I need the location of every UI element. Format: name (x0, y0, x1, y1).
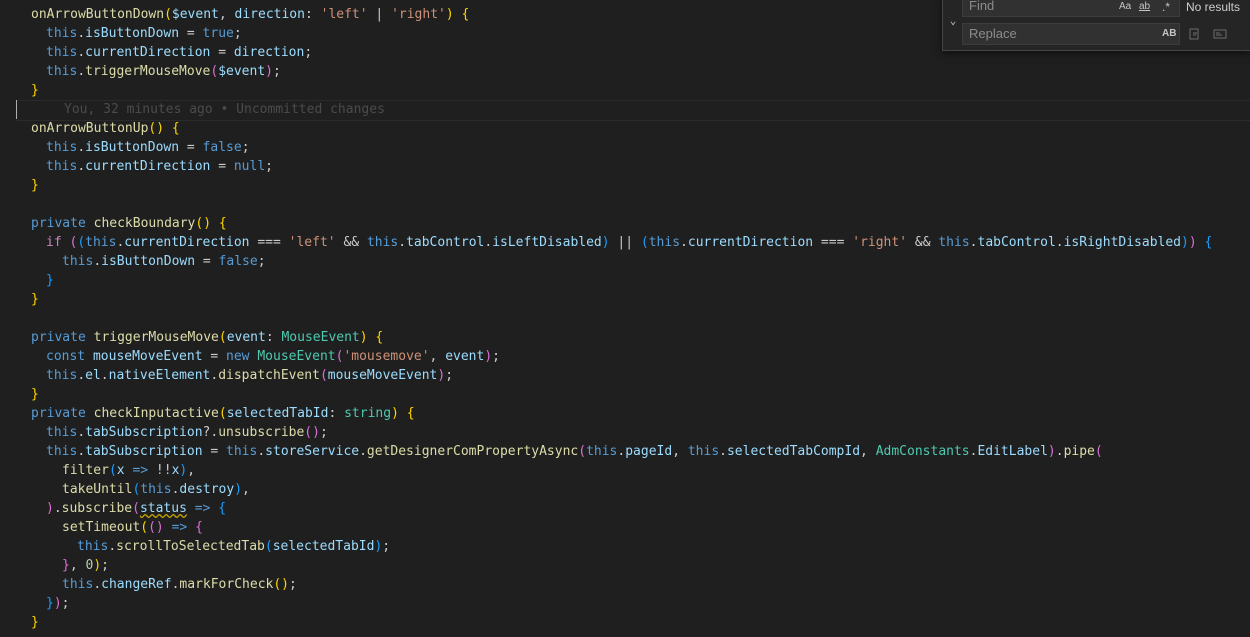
code-line: private checkBoundary() { (31, 216, 227, 231)
replace-input[interactable]: Replace (962, 23, 1180, 45)
code-line: ).subscribe(status => { (46, 501, 227, 516)
replace-all-icon[interactable] (1213, 27, 1227, 41)
text-cursor (16, 100, 17, 119)
code-line: }, 0); (62, 558, 109, 573)
code-line: } (31, 83, 39, 98)
regex-toggle[interactable]: .* (1162, 0, 1170, 15)
git-blame-annotation: You, 32 minutes ago • Uncommitted change… (64, 102, 385, 117)
toggle-replace-icon[interactable]: ⌄ (946, 10, 960, 32)
code-line: this.isButtonDown = false; (46, 140, 250, 155)
code-line: this.triggerMouseMove($event); (46, 64, 281, 79)
code-line: this.currentDirection = null; (46, 159, 273, 174)
code-line: } (46, 273, 54, 288)
code-line: this.changeRef.markForCheck(); (62, 577, 297, 592)
preserve-case-toggle[interactable]: AB (1162, 26, 1176, 42)
method-name: onArrowButtonDown (31, 7, 165, 22)
code-line: private triggerMouseMove(event: MouseEve… (31, 330, 384, 345)
code-line: this.isButtonDown = false; (62, 254, 266, 269)
code-line: } (31, 387, 39, 402)
replace-icon[interactable] (1188, 27, 1202, 41)
code-line: } (31, 615, 39, 630)
code-line: takeUntil(this.destroy), (62, 482, 250, 497)
code-line: private checkInputactive(selectedTabId: … (31, 406, 415, 421)
code-editor[interactable]: onArrowButtonDown($event, direction: 'le… (0, 0, 1250, 637)
code-line: } (31, 292, 39, 307)
code-line: setTimeout(() => { (62, 520, 203, 535)
code-line: }); (46, 596, 70, 611)
code-line: onArrowButtonUp() { (31, 121, 180, 136)
match-case-toggle[interactable]: Aa (1119, 0, 1131, 15)
code-line: this.scrollToSelectedTab(selectedTabId); (77, 539, 391, 554)
code-line: this.el.nativeElement.dispatchEvent(mous… (46, 368, 454, 383)
code-line: } (31, 178, 39, 193)
code-line: const mouseMoveEvent = new MouseEvent('m… (46, 349, 500, 364)
code-line: this.tabSubscription = this.storeService… (46, 444, 1103, 459)
code-line: this.tabSubscription?.unsubscribe(); (46, 425, 328, 440)
code-line: if ((this.currentDirection === 'left' &&… (46, 235, 1213, 250)
code-line: filter(x => !!x), (62, 463, 196, 478)
find-status: No results (1186, 0, 1241, 14)
whole-word-toggle[interactable]: ab (1139, 0, 1150, 15)
